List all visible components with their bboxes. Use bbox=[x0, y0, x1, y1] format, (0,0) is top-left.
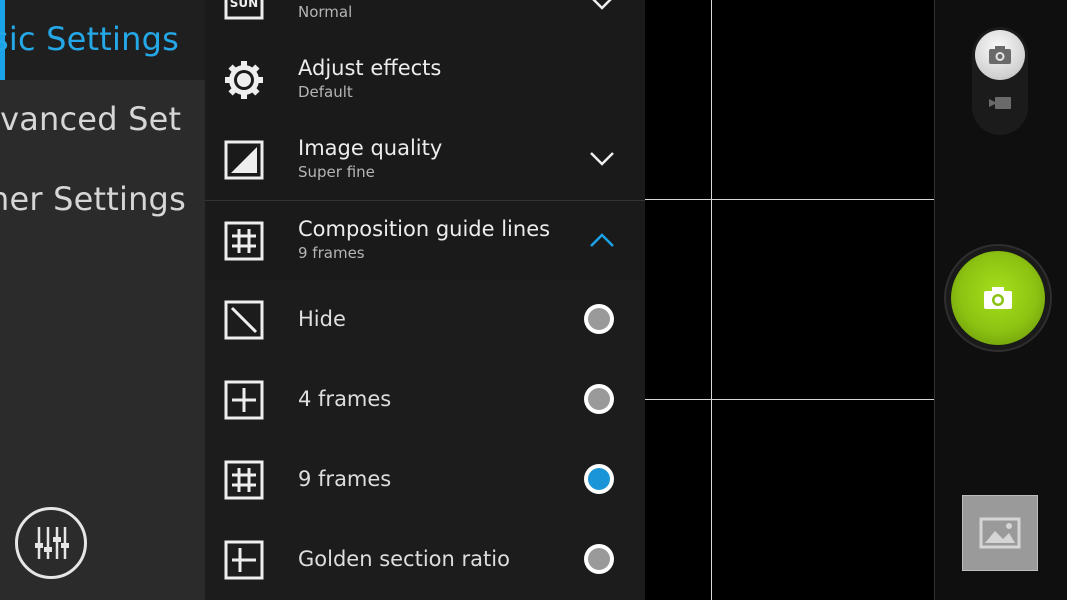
radio-dot bbox=[588, 308, 610, 330]
tab-basic-settings[interactable]: sic Settings bbox=[0, 0, 205, 80]
guide-line-horizontal bbox=[645, 399, 934, 400]
radio-button[interactable] bbox=[584, 304, 614, 334]
radio-dot bbox=[588, 548, 610, 570]
shutter-button[interactable] bbox=[951, 251, 1045, 345]
setting-row-image-quality[interactable]: Image quality Super fine bbox=[205, 120, 645, 200]
radio-dot bbox=[588, 468, 610, 490]
setting-title: Adjust effects bbox=[298, 56, 442, 80]
video-icon[interactable] bbox=[986, 93, 1014, 113]
gallery-thumbnail[interactable] bbox=[962, 495, 1038, 571]
radio-button[interactable] bbox=[584, 544, 614, 574]
tab-advanced-settings[interactable]: lvanced Set bbox=[0, 80, 205, 160]
tab-other-settings[interactable]: her Settings bbox=[0, 160, 205, 240]
settings-category-sidebar: sic Settings lvanced Set her Settings bbox=[0, 0, 205, 600]
tab-label: sic Settings bbox=[0, 20, 179, 58]
setting-row-composition-guide-lines[interactable]: Composition guide lines 9 frames bbox=[205, 200, 645, 281]
option-label: 4 frames bbox=[298, 387, 392, 411]
guide-line-horizontal bbox=[645, 199, 934, 200]
setting-title: Composition guide lines bbox=[298, 217, 551, 241]
effects-gear-icon bbox=[224, 60, 264, 100]
hide-grid-icon bbox=[224, 300, 264, 340]
gallery-icon bbox=[979, 517, 1021, 549]
setting-row-adjust-effects[interactable]: Adjust effects Default bbox=[205, 40, 645, 120]
option-4-frames[interactable]: 4 frames bbox=[205, 360, 645, 441]
settings-button[interactable] bbox=[15, 507, 87, 579]
radio-button-selected[interactable] bbox=[584, 464, 614, 494]
four-frames-icon bbox=[224, 380, 264, 420]
camera-viewfinder[interactable] bbox=[645, 0, 934, 600]
nine-frames-icon bbox=[224, 460, 264, 500]
image-quality-icon bbox=[224, 140, 264, 180]
grid-icon bbox=[224, 221, 264, 261]
option-label: Golden section ratio bbox=[298, 547, 510, 571]
option-9-frames[interactable]: 9 frames bbox=[205, 440, 645, 521]
scene-icon: SUN bbox=[224, 0, 264, 20]
setting-value: Default bbox=[298, 83, 353, 101]
radio-dot bbox=[588, 388, 610, 410]
setting-row-scene[interactable]: SUN Normal bbox=[205, 0, 645, 40]
option-label: Hide bbox=[298, 307, 346, 331]
radio-button[interactable] bbox=[584, 384, 614, 414]
setting-title: Image quality bbox=[298, 136, 443, 160]
camera-icon bbox=[984, 287, 1012, 309]
option-golden-section-ratio[interactable]: Golden section ratio bbox=[205, 520, 645, 600]
equalizer-icon bbox=[35, 527, 69, 559]
option-hide[interactable]: Hide bbox=[205, 280, 645, 361]
option-label: 9 frames bbox=[298, 467, 392, 491]
camera-icon[interactable] bbox=[975, 30, 1025, 80]
chevron-down-icon bbox=[592, 0, 612, 10]
photo-video-mode-switch[interactable] bbox=[972, 27, 1028, 135]
svg-text:SUN: SUN bbox=[230, 0, 258, 10]
camera-controls bbox=[934, 0, 1067, 600]
setting-value: 9 frames bbox=[298, 244, 365, 262]
chevron-down-icon bbox=[590, 152, 614, 166]
setting-value: Normal bbox=[298, 3, 353, 21]
golden-ratio-icon bbox=[224, 540, 264, 580]
settings-list-panel: SUN Normal Adjust effects Default Image … bbox=[205, 0, 645, 600]
tab-label: her Settings bbox=[0, 180, 186, 218]
guide-line-vertical bbox=[711, 0, 712, 600]
setting-value: Super fine bbox=[298, 163, 375, 181]
tab-label: lvanced Set bbox=[0, 100, 182, 138]
chevron-up-icon bbox=[590, 233, 614, 247]
